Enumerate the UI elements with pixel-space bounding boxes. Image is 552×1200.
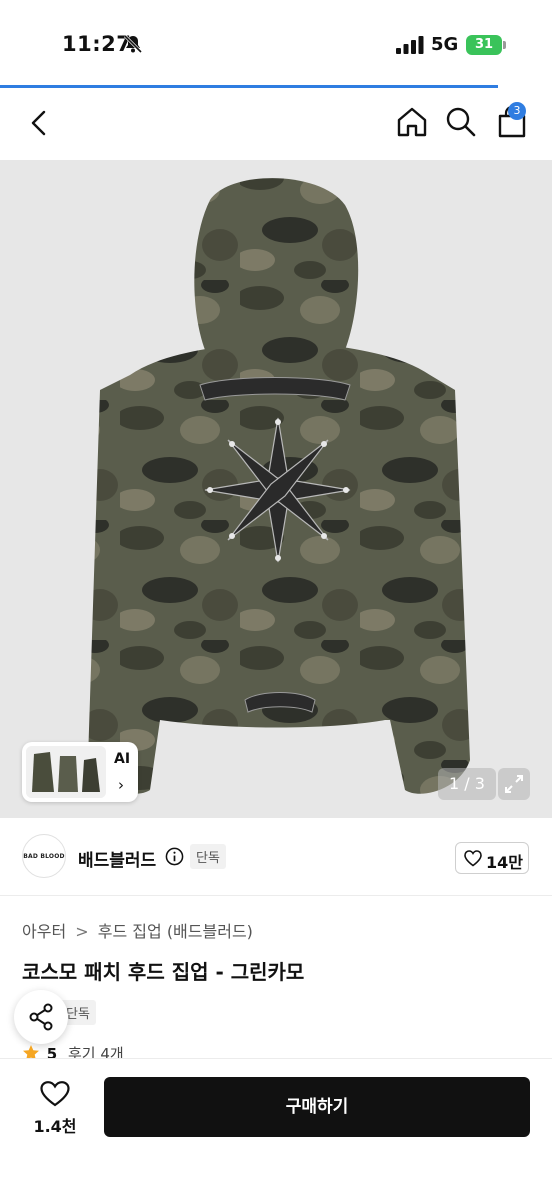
- back-icon[interactable]: [24, 106, 54, 140]
- brand-row: BAD BLOOD 배드블러드 단독 14만: [0, 818, 552, 896]
- ai-similar-card[interactable]: AI ›: [22, 742, 138, 802]
- breadcrumb: 아우터 > 후드 집업 (배드블러드): [22, 918, 257, 942]
- signal-icon: [396, 36, 424, 54]
- status-bar: 11:27 5G 31: [0, 0, 552, 88]
- image-counter: 1 / 3: [438, 768, 496, 800]
- brand-like-button[interactable]: 14만: [455, 842, 529, 874]
- expand-icon: [505, 775, 523, 793]
- home-icon[interactable]: [394, 104, 430, 140]
- ai-thumbnail: [26, 746, 106, 798]
- breadcrumb-item-category[interactable]: 아우터: [22, 922, 66, 941]
- nav-header: 3: [0, 88, 552, 306]
- exclusive-badge: 단독: [190, 844, 226, 869]
- product-photo: [88, 178, 470, 794]
- network-label: 5G: [431, 34, 459, 55]
- search-icon[interactable]: [443, 104, 479, 140]
- ai-label: AI: [114, 751, 131, 767]
- info-icon[interactable]: [165, 847, 184, 866]
- heart-icon: [464, 850, 482, 867]
- brand-name[interactable]: 배드블러드: [78, 846, 156, 871]
- brand-like-count: 14만: [486, 853, 523, 872]
- expand-button[interactable]: [498, 768, 530, 800]
- heart-icon: [40, 1081, 70, 1107]
- wishlist-count: 1.4천: [33, 1117, 77, 1136]
- wishlist-button[interactable]: 1.4천: [22, 1077, 88, 1141]
- brand-logo[interactable]: BAD BLOOD: [22, 834, 66, 878]
- bell-off-icon: [123, 34, 143, 54]
- status-time: 11:27: [62, 32, 132, 56]
- share-button[interactable]: [14, 990, 68, 1044]
- product-title: 코스모 패치 후드 집업 - 그린카모: [22, 960, 305, 984]
- cart-badge: 3: [508, 102, 526, 120]
- bottom-action-bar: 1.4천 구매하기: [0, 1058, 552, 1200]
- share-icon: [29, 1003, 53, 1031]
- battery-tip: [503, 41, 506, 49]
- breadcrumb-item-subcategory[interactable]: 후드 집업 (배드블러드): [98, 922, 253, 941]
- breadcrumb-separator: >: [75, 922, 89, 941]
- chevron-right-icon: ›: [118, 776, 124, 794]
- buy-button[interactable]: 구매하기: [104, 1077, 530, 1137]
- product-image-carousel[interactable]: AI › 1 / 3: [0, 160, 552, 818]
- battery-indicator: 31: [466, 35, 502, 55]
